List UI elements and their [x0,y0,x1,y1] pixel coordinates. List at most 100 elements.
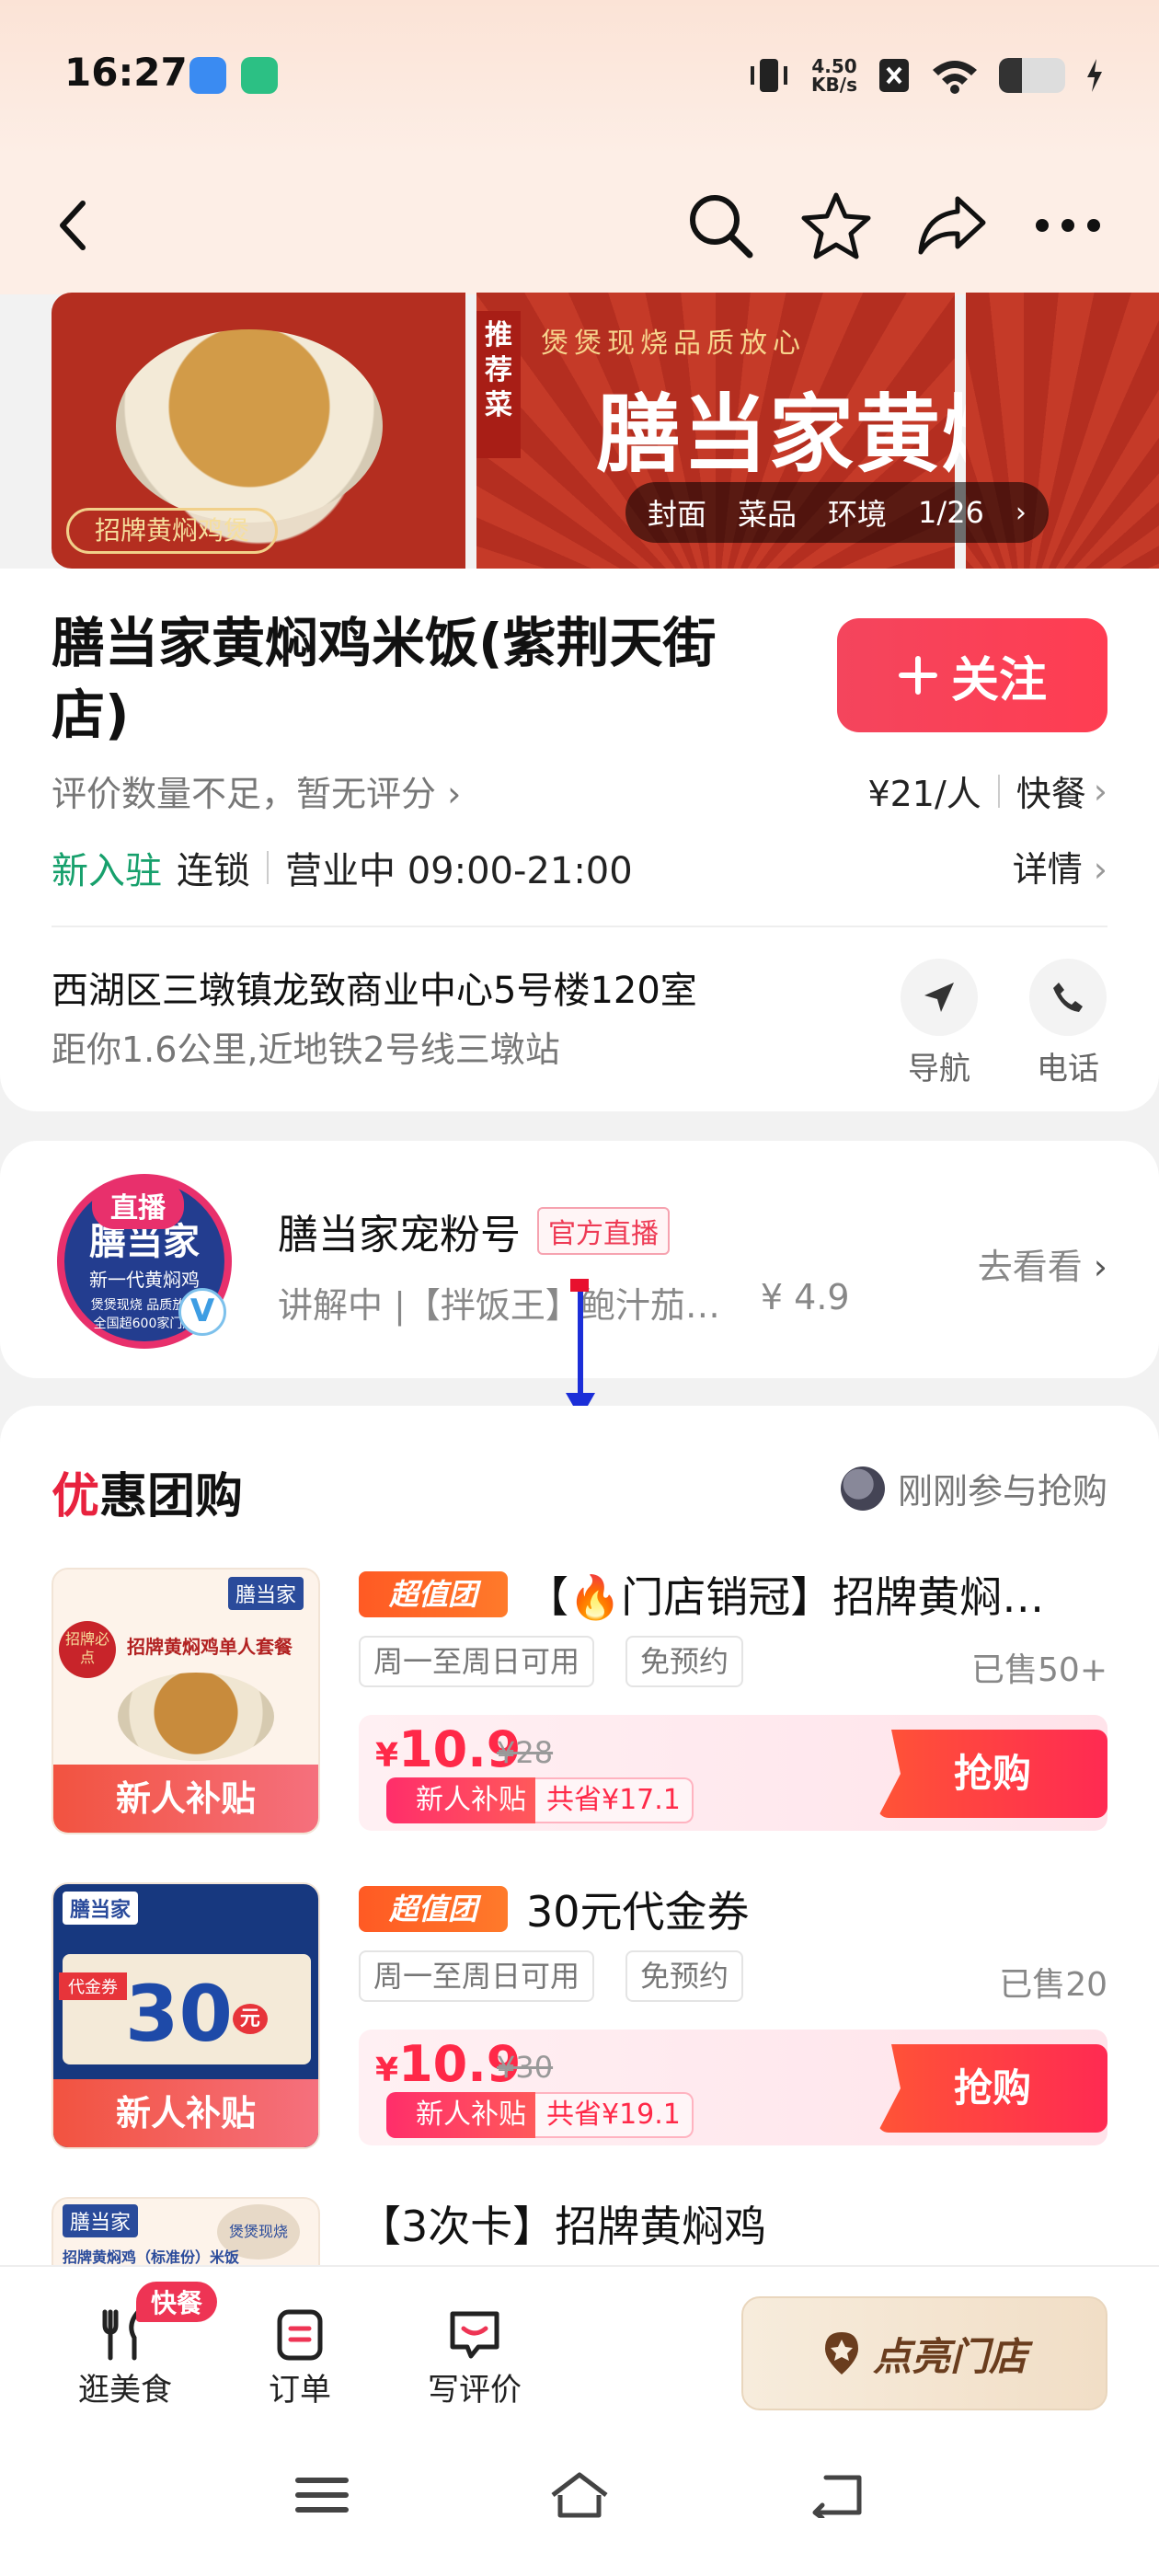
status-row: 新入驻 连锁 营业中 09:00-21:00 [52,841,633,894]
nav-label: 导航 [908,1051,970,1087]
dish-image [116,329,383,523]
live-price: ¥ 4.9 [760,1277,850,1317]
official-live-tag: 官方直播 [537,1207,670,1255]
rating-text: 评价数量不足，暂无评分 [52,774,437,814]
thumb-voucher-label: 代金券 [59,1972,127,2000]
live-pill: 直播 [92,1181,184,1229]
swipe-indicator [578,1281,583,1400]
order-icon [277,2309,323,2361]
deal-thumbnail: 膳当家 招牌必点 招牌黄焖鸡单人套餐 新人补贴 [52,1568,320,1834]
app-notification-icon-2 [241,57,278,94]
chevron-right-icon: › [1093,770,1107,811]
thumb-brand: 膳当家 [63,1892,139,1925]
go-watch-link[interactable]: 去看看 › [978,1238,1107,1289]
status-time: 16:27 [64,50,188,95]
net-speed: 4.50 KB/s [811,55,857,96]
usage-chip: 周一至周日可用 [359,1636,595,1687]
share-icon[interactable] [911,184,993,267]
cover-stamp: 招牌黄焖鸡煲 [66,508,278,554]
category: 快餐 [1016,774,1086,814]
new-user-tag: 新人补贴 [386,2092,539,2138]
dish-image [118,1673,274,1761]
live-desc: 讲解中 |【拌饭王】鲍汁茄… [278,1285,720,1326]
avatar [840,1466,885,1511]
status-bar: 16:27 4.50 KB/s [0,0,1159,156]
search-icon[interactable] [679,184,762,267]
more-icon[interactable] [1027,184,1109,267]
price-bar: ¥10.9 ¥30 新人补贴 共省¥19.1 抢购 [359,2030,1107,2145]
back-icon[interactable] [33,184,116,267]
store-address[interactable]: 西湖区三墩镇龙致商业中心5号楼120室 [52,960,697,1014]
divider [267,851,269,884]
deal-title: 【🔥门店销冠】招牌黄焖… [526,1572,1045,1622]
phone-button[interactable]: 电话 [1027,959,1109,1088]
details-label: 详情 [1012,849,1083,890]
deal-title: 【3次卡】招牌黄焖鸡 [359,2202,767,2251]
recommend-tag: 推荐菜 [476,311,521,458]
phone-icon [1053,983,1083,1012]
chevron-right-icon: › [1093,1247,1107,1287]
page-header [0,156,1159,294]
store-distance: 距你1.6公里,近地铁2号线三墩站 [52,1029,560,1070]
price-bar: ¥10.9 ¥28 新人补贴 共省¥17.1 抢购 [359,1715,1107,1831]
sold-count: 已售50+ [971,1651,1107,1689]
navigation-arrow-icon [924,983,954,1012]
grab-button[interactable]: 抢购 [878,2044,1107,2133]
app-notification-icon [189,57,226,94]
deal-title: 30元代金券 [526,1887,750,1937]
thumb-title: 招牌黄焖鸡（标准份）米饭 [63,2248,240,2266]
gallery-tab-environment[interactable]: 环境 [828,491,887,534]
charging-icon [1087,59,1102,92]
category-badge: 快餐 [136,2282,218,2322]
vibrate-icon [751,59,788,92]
star-icon[interactable] [795,184,878,267]
deal-thumbnail: 膳当家 代金券 30 元 新人补贴 [52,1882,320,2149]
grab-button[interactable]: 抢购 [878,1730,1107,1818]
store-info-card: 膳当家黄焖鸡米饭(紫荆天街店) 关注 评价数量不足，暂无评分 › ¥21/人 快… [0,569,1159,1111]
plus-icon [898,656,937,695]
chain-tag: 连锁 [177,850,250,892]
chevron-right-icon: › [1093,849,1107,890]
no-reservation-chip: 免预约 [625,1950,744,2002]
tab-review-label: 写评价 [428,2372,522,2409]
poster-slogan: 煲煲现烧品质放心 [541,328,806,360]
deal-item[interactable]: 膳当家 代金券 30 元 新人补贴 超值团 30元代金券 周一至周日可用 免预约 … [52,1882,1107,2158]
price-category[interactable]: ¥21/人 快餐 › [867,765,1107,816]
savings-tag: 共省¥17.1 [535,1777,694,1823]
rating-link[interactable]: 评价数量不足，暂无评分 › [52,765,461,816]
avatar-sub: 新一代黄焖鸡 [89,1268,200,1291]
cover-photo[interactable]: 招牌黄焖鸡煲 [52,293,465,569]
light-up-label: 点亮门店 [872,2333,1027,2379]
home-icon[interactable] [543,2458,616,2532]
sold-count: 已售20 [999,1966,1107,2004]
thumb-seal: 招牌必点 [59,1621,116,1678]
divider [997,774,1000,808]
status-right: 4.50 KB/s [747,55,1104,96]
tab-review[interactable]: 写评价 [410,2304,539,2409]
light-up-store-button[interactable]: 点亮门店 [741,2296,1107,2410]
thumb-subsidy: 新人补贴 [53,1765,318,1833]
gallery-tab-dishes[interactable]: 菜品 [738,491,797,534]
navigate-button[interactable]: 导航 [898,959,981,1088]
back-nav-icon[interactable] [800,2458,874,2532]
savings-tag: 共省¥19.1 [535,2092,694,2138]
tab-orders[interactable]: 订单 [235,2304,364,2409]
system-nav-bar [0,2418,1159,2576]
menu-icon[interactable] [285,2458,359,2532]
gallery-tab-cover[interactable]: 封面 [648,491,706,534]
price-per-person: ¥21/人 [867,774,981,814]
no-reservation-chip: 免预约 [625,1636,744,1687]
tab-food-label: 逛美食 [78,2372,172,2409]
gallery-tabs[interactable]: 封面 菜品 环境 1/26 › [625,482,1049,543]
gallery-counter: 1/26 [918,495,984,530]
follow-button[interactable]: 关注 [837,618,1107,732]
details-link[interactable]: 详情 › [1013,841,1107,891]
verified-icon: V [178,1288,226,1336]
battery-icon [999,58,1065,93]
original-price: ¥28 [497,1735,554,1770]
no-sim-icon [879,59,909,92]
bottom-tab-bar: 逛美食 快餐 订单 写评价 点亮门店 [0,2265,1159,2418]
deal-item[interactable]: 膳当家 招牌必点 招牌黄焖鸡单人套餐 新人补贴 超值团 【🔥门店销冠】招牌黄焖…… [52,1568,1107,1844]
thumb-title: 招牌黄焖鸡单人套餐 [127,1636,293,1658]
follow-label: 关注 [950,652,1047,708]
